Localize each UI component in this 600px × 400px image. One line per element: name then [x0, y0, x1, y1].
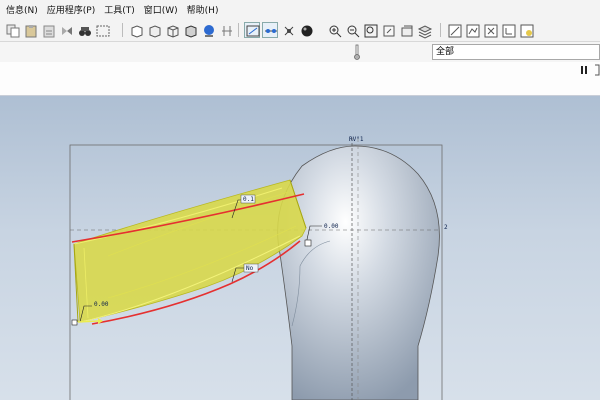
cube-hidden-icon[interactable] [146, 22, 162, 38]
toolbar [0, 18, 600, 42]
sketch-render-icon[interactable] [518, 22, 534, 38]
refit-icon[interactable] [362, 22, 378, 38]
datum-axis-icon[interactable] [262, 22, 278, 38]
selection-filter-dropdown[interactable]: 全部 [432, 44, 600, 60]
toolbar-separator [440, 23, 441, 37]
display-style-icon[interactable] [200, 22, 216, 38]
zoom-in-icon[interactable] [326, 22, 342, 38]
toolbar-separator [238, 23, 239, 37]
menu-window[interactable]: 窗口(W) [144, 3, 178, 16]
saved-views-icon[interactable] [398, 22, 414, 38]
dimension-d4[interactable]: 0.00 [94, 301, 109, 308]
cube-wire-icon[interactable] [164, 22, 180, 38]
paste-icon[interactable] [22, 22, 38, 38]
zoom-out-icon[interactable] [344, 22, 360, 38]
menu-tools[interactable]: 工具(T) [104, 3, 135, 16]
dimension-d3[interactable]: No [246, 265, 254, 272]
select-box-icon[interactable] [94, 22, 110, 38]
cube-shaded-icon[interactable] [128, 22, 144, 38]
cube-solid-icon[interactable] [182, 22, 198, 38]
revolved-body[interactable] [277, 145, 440, 400]
graphics-window[interactable]: RV°1 2 0.1 0.00 No 0.00 [0, 96, 600, 400]
menu-applications[interactable]: 应用程序(P) [47, 3, 95, 16]
layers-icon[interactable] [416, 22, 433, 39]
menu-info[interactable]: 信息(N) [6, 3, 38, 16]
thermometer-icon[interactable] [353, 44, 361, 63]
datum-axis-label: 2 [444, 224, 448, 231]
datum-plane-icon[interactable] [244, 22, 260, 38]
copy-icon[interactable] [4, 22, 20, 38]
paste-special-icon[interactable] [40, 22, 56, 38]
mirror-icon[interactable] [58, 22, 74, 38]
datum-point-icon[interactable] [280, 22, 296, 38]
start-arrow[interactable] [77, 320, 99, 323]
datum-plane-label: RV°1 [349, 136, 364, 143]
dashboard-panel [0, 62, 600, 96]
selection-filter-value: 全部 [436, 47, 455, 57]
sketch-xy-icon[interactable] [482, 22, 498, 38]
menu-bar: 信息(N) 应用程序(P) 工具(T) 窗口(W) 帮助(H) [0, 0, 600, 18]
start-point[interactable] [71, 319, 78, 326]
handle-point[interactable] [304, 239, 312, 247]
find-icon[interactable] [76, 22, 92, 38]
sketch-icon[interactable] [446, 22, 462, 38]
sphere-icon[interactable] [298, 22, 314, 38]
sketch-coord-icon[interactable] [500, 22, 516, 38]
dimension-d1[interactable]: 0.1 [243, 196, 254, 203]
regen-icon[interactable] [218, 22, 234, 38]
expand-icon[interactable] [594, 64, 600, 79]
sketch-display-icon[interactable] [464, 22, 480, 38]
menu-help[interactable]: 帮助(H) [187, 3, 219, 16]
dimension-d2[interactable]: 0.00 [324, 223, 339, 230]
pause-icon[interactable] [580, 66, 588, 77]
orient-icon[interactable] [380, 22, 396, 38]
toolbar-separator [122, 23, 123, 37]
